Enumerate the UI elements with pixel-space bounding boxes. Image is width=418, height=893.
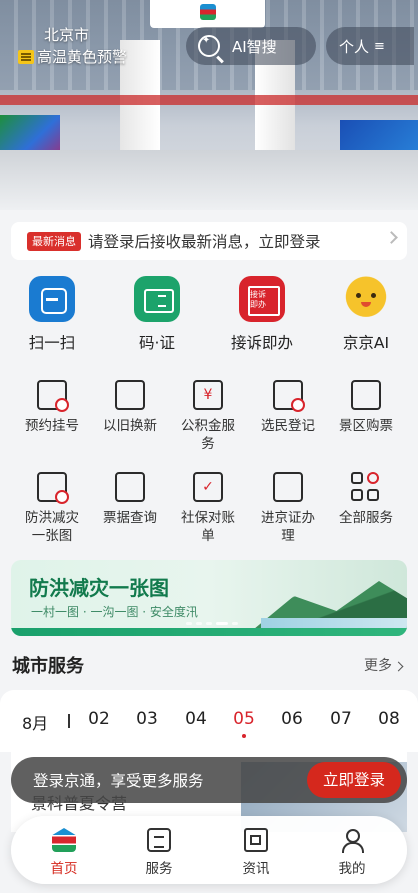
service-beijing-permit[interactable]: 进京证办理	[248, 472, 328, 545]
feature-label: 接诉即办	[230, 334, 293, 352]
service-receipt-query[interactable]: 票据查询	[90, 472, 170, 527]
service-label: 防洪减灾一张图	[25, 510, 79, 544]
banner-subtitle: 一村一图 · 一沟一图 · 安全度汛	[31, 605, 198, 619]
news-icon	[244, 828, 268, 852]
ai-search-button[interactable]: AI智搜	[186, 27, 316, 65]
beijing-permit-icon	[273, 472, 303, 502]
divider	[68, 714, 70, 728]
login-prompt: 登录京通，享受更多服务 立即登录	[11, 757, 407, 803]
service-label: 票据查询	[103, 510, 157, 526]
all-services-icon	[351, 472, 381, 502]
feature-label: 码·证	[139, 334, 175, 352]
carousel-indicator	[186, 622, 238, 625]
receipt-search-icon	[115, 472, 145, 502]
service-appointment[interactable]: 预约挂号	[12, 380, 92, 435]
housing-fund-icon: ¥	[193, 380, 223, 410]
service-trade-in[interactable]: 以旧换新	[90, 380, 170, 435]
date-selector: 8月 02 03 04 05 06 07 08	[0, 690, 418, 752]
home-icon	[52, 828, 76, 852]
bottom-tab-bar: 首页 服务 资讯 我的	[11, 816, 407, 884]
tab-services[interactable]: 服务	[129, 828, 189, 877]
latest-news-bar[interactable]: 最新消息 请登录后接收最新消息，立即登录	[11, 222, 407, 260]
tab-label: 首页	[50, 861, 78, 877]
tab-news[interactable]: 资讯	[226, 828, 286, 877]
feature-complaint[interactable]: 接诉 即办	[222, 276, 302, 353]
exchange-icon	[115, 380, 145, 410]
feature-jingjing-ai[interactable]: 京京AI	[326, 276, 406, 353]
user-icon	[340, 828, 364, 853]
tab-me[interactable]: 我的	[322, 828, 382, 877]
banner-stripe	[11, 628, 407, 636]
complaint-icon	[239, 276, 285, 322]
service-housing-fund[interactable]: ¥ 公积金服务	[168, 380, 248, 453]
social-security-icon: ✓	[193, 472, 223, 502]
ticket-icon	[351, 380, 381, 410]
tab-home[interactable]: 首页	[34, 828, 94, 877]
weather-widget[interactable]: 北京市 高温黄色预警	[18, 26, 127, 67]
service-scenic-tickets[interactable]: 景区购票	[326, 380, 406, 435]
calendar-clock-icon	[37, 380, 69, 412]
id-card-icon	[134, 276, 180, 322]
flood-map-icon	[37, 472, 69, 504]
service-voter-registration[interactable]: 选民登记	[248, 380, 328, 435]
day-06[interactable]: 06	[277, 709, 307, 729]
hall-band	[0, 95, 418, 105]
service-label: 全部服务	[339, 510, 393, 526]
service-flood-map[interactable]: 防洪减灾一张图	[12, 472, 92, 545]
feature-label: 京京AI	[342, 334, 390, 352]
service-label: 选民登记	[261, 418, 315, 434]
day-08[interactable]: 08	[374, 709, 404, 729]
service-label: 社保对账单	[181, 510, 235, 544]
ballot-box-icon	[273, 380, 305, 412]
hall-floor	[0, 150, 418, 210]
city-name: 北京市	[44, 26, 90, 44]
ai-search-icon	[198, 35, 220, 57]
scan-icon	[29, 276, 75, 322]
feature-label: 扫一扫	[28, 334, 76, 352]
switch-icon: ≡	[374, 38, 385, 54]
beijing-service-logo	[150, 0, 265, 28]
services-icon	[147, 828, 171, 852]
month-label: 8月	[22, 714, 49, 733]
service-label: 预约挂号	[25, 418, 79, 434]
day-02[interactable]: 02	[84, 709, 114, 729]
service-label: 景区购票	[339, 418, 393, 434]
service-social-security[interactable]: ✓ 社保对账单	[168, 472, 248, 545]
service-label: 以旧换新	[103, 418, 157, 434]
feature-code-id[interactable]: 码·证	[117, 276, 197, 353]
flood-control-banner[interactable]: 防洪减灾一张图 一村一图 · 一沟一图 · 安全度汛	[11, 560, 407, 636]
login-prompt-text: 登录京通，享受更多服务	[33, 772, 204, 790]
ai-search-label: AI智搜	[232, 37, 277, 56]
day-07[interactable]: 07	[326, 709, 356, 729]
news-badge: 最新消息	[27, 231, 81, 251]
day-05-selected[interactable]: 05	[229, 709, 259, 738]
feature-scan[interactable]: 扫一扫	[12, 276, 92, 353]
service-all[interactable]: 全部服务	[326, 472, 406, 527]
service-label: 公积金服务	[181, 418, 235, 452]
tab-label: 服务	[145, 861, 173, 877]
login-button[interactable]: 立即登录	[307, 762, 401, 798]
news-text: 请登录后接收最新消息，立即登录	[88, 233, 321, 251]
more-link[interactable]: 更多	[364, 655, 402, 675]
chevron-right-icon	[385, 231, 398, 244]
service-label: 进京证办理	[261, 510, 315, 544]
personal-mode-button[interactable]: 个人 ≡	[326, 27, 414, 65]
day-03[interactable]: 03	[132, 709, 162, 729]
tab-label: 资讯	[242, 861, 270, 877]
heat-warning-icon	[18, 49, 34, 64]
mascot-icon	[343, 276, 389, 322]
city-services-title: 城市服务	[12, 656, 84, 677]
weather-warning: 高温黄色预警	[37, 48, 128, 66]
banner-title: 防洪减灾一张图	[29, 576, 169, 600]
day-04[interactable]: 04	[181, 709, 211, 729]
tab-label: 我的	[338, 861, 366, 877]
personal-label: 个人	[339, 37, 370, 56]
